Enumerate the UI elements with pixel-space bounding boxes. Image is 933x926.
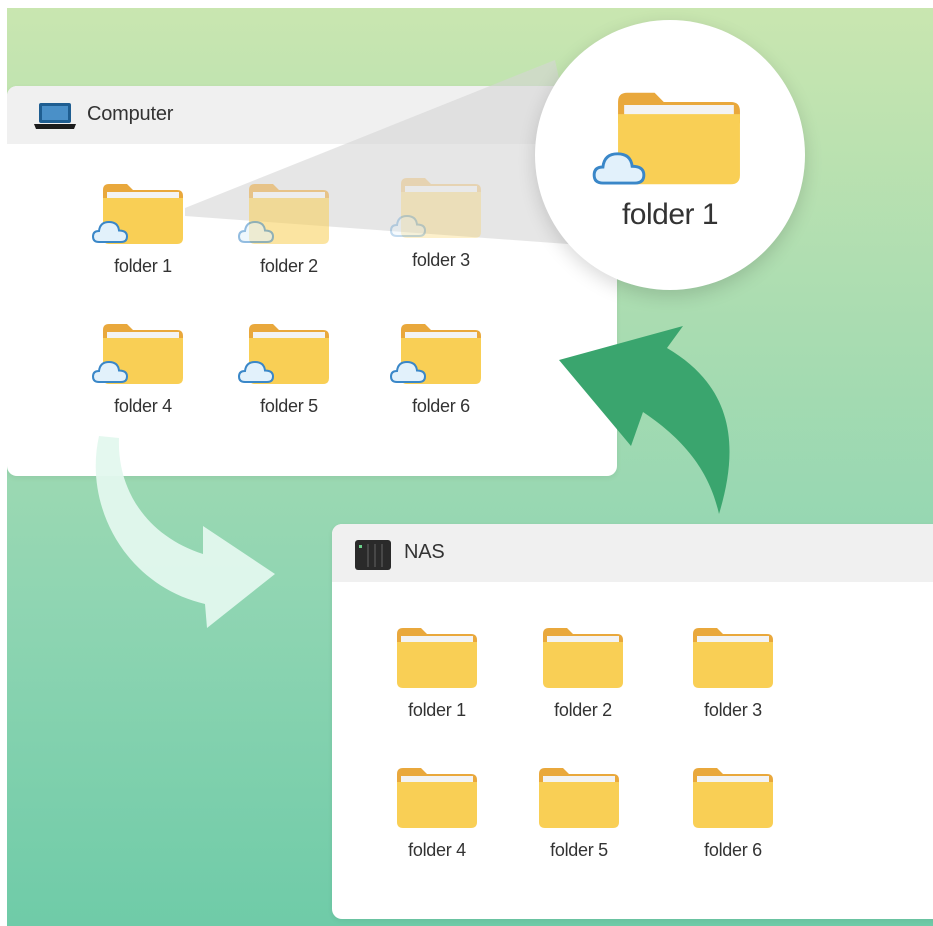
backup-arrow bbox=[95, 436, 275, 628]
upload-arrow bbox=[559, 326, 730, 514]
sync-arrows bbox=[95, 326, 730, 628]
illustration-scene: Computer folder 1 folder 2 folder 3 folder … bbox=[7, 8, 933, 926]
